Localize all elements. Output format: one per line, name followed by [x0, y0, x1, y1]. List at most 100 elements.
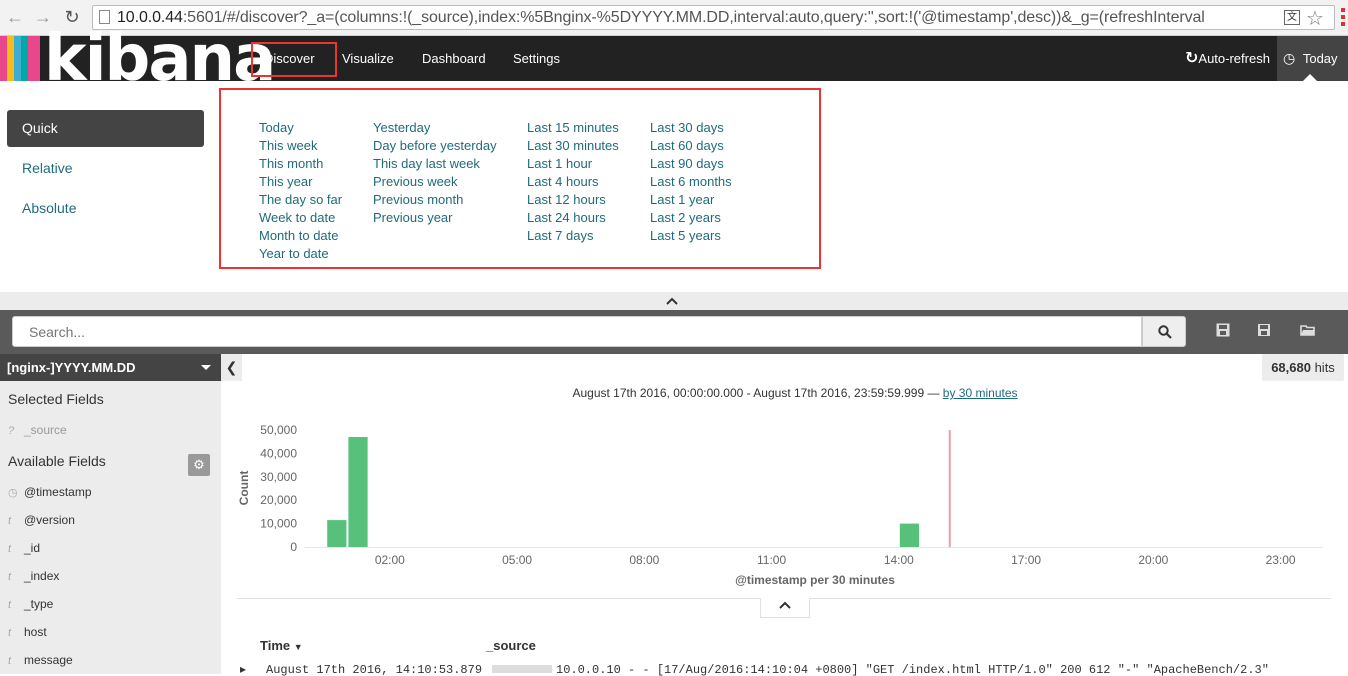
quick-column-1: Today This week This month This year The… — [259, 119, 342, 263]
x-tick-label: 11:00 — [757, 553, 786, 567]
string-type-icon: t — [8, 515, 12, 527]
x-tick-label: 14:00 — [884, 553, 914, 567]
quick-week-to-date[interactable]: Week to date — [259, 209, 342, 227]
x-tick-label: 05:00 — [502, 553, 532, 567]
quick-day-so-far[interactable]: The day so far — [259, 191, 342, 209]
open-folder-icon[interactable] — [1300, 322, 1316, 338]
collapse-sidebar-button[interactable]: ❮ — [221, 354, 242, 381]
x-tick-label: 08:00 — [629, 553, 659, 567]
chevron-up-icon — [779, 601, 791, 609]
index-pattern-selector[interactable]: [nginx-]YYYY.MM.DD — [0, 354, 221, 381]
field-item[interactable]: t host — [8, 624, 47, 640]
search-input[interactable] — [12, 316, 1142, 347]
clock-icon: ◷ — [1283, 50, 1296, 66]
translate-icon[interactable]: 文 — [1284, 10, 1300, 25]
quick-last-2-years[interactable]: Last 2 years — [650, 209, 732, 227]
quick-last-15-minutes[interactable]: Last 15 minutes — [527, 119, 619, 137]
quick-last-30-days[interactable]: Last 30 days — [650, 119, 732, 137]
y-axis-label: Count — [237, 471, 251, 506]
address-bar[interactable]: 10.0.0.44:5601/#/discover?_a=(columns:!(… — [92, 5, 1335, 30]
url-text: 10.0.0.44:5601/#/discover?_a=(columns:!(… — [117, 9, 1205, 26]
kibana-logo[interactable]: kibana — [0, 22, 276, 96]
kibana-navbar: kibana Discover Visualize Dashboard Sett… — [0, 22, 1348, 96]
chevron-left-icon: ❮ — [225, 359, 238, 375]
search-icon — [1158, 325, 1172, 339]
tab-absolute[interactable]: Absolute — [7, 190, 204, 227]
histogram-chart: 02:00 05:00 08:00 11:00 14:00 17:00 20:00 23:00… — [237, 423, 1323, 587]
picker-collapse-bar[interactable] — [0, 292, 1348, 310]
caret-down-icon — [201, 365, 211, 370]
histogram-bar[interactable] — [348, 437, 368, 547]
quick-last-30-minutes[interactable]: Last 30 minutes — [527, 137, 619, 155]
x-tick-label: 23:00 — [1266, 553, 1296, 567]
field-item[interactable]: t _id — [8, 540, 40, 556]
quick-last-90-days[interactable]: Last 90 days — [650, 155, 732, 173]
quick-today[interactable]: Today — [259, 119, 342, 137]
string-type-icon: t — [8, 627, 12, 639]
field-settings-gear-icon[interactable]: ⚙ — [188, 454, 210, 476]
field-item[interactable]: ◷ @timestamp — [8, 484, 92, 500]
field-item[interactable]: t _index — [8, 568, 59, 584]
quick-this-month[interactable]: This month — [259, 155, 342, 173]
sort-desc-icon: ▼ — [293, 642, 303, 652]
chart-collapse-button[interactable] — [760, 598, 810, 618]
string-type-icon: t — [8, 599, 12, 611]
field-item[interactable]: t _type — [8, 596, 53, 612]
histogram-bar[interactable] — [899, 523, 920, 547]
string-type-icon: t — [8, 543, 12, 555]
interval-link[interactable]: by 30 minutes — [943, 386, 1018, 400]
nav-dashboard[interactable]: Dashboard — [422, 36, 486, 81]
field-item[interactable]: ? _source — [8, 422, 67, 438]
tab-relative[interactable]: Relative — [7, 150, 204, 187]
quick-column-4: Last 30 days Last 60 days Last 90 days L… — [650, 119, 732, 245]
string-type-icon: t — [8, 571, 12, 583]
quick-year-to-date[interactable]: Year to date — [259, 245, 342, 263]
quick-this-day-last-week[interactable]: This day last week — [373, 155, 497, 173]
nav-visualize[interactable]: Visualize — [342, 36, 394, 81]
quick-last-6-months[interactable]: Last 6 months — [650, 173, 732, 191]
time-range-text: August 17th 2016, 00:00:00.000 - August … — [572, 386, 1018, 400]
quick-last-1-hour[interactable]: Last 1 hour — [527, 155, 619, 173]
y-tick-label: 20,000 — [260, 493, 297, 507]
quick-this-week[interactable]: This week — [259, 137, 342, 155]
quick-this-year[interactable]: This year — [259, 173, 342, 191]
tab-quick[interactable]: Quick — [7, 110, 204, 147]
bookmark-star-icon[interactable]: ☆ — [1306, 6, 1324, 29]
quick-last-7-days[interactable]: Last 7 days — [527, 227, 619, 245]
quick-last-24-hours[interactable]: Last 24 hours — [527, 209, 619, 227]
quick-last-4-hours[interactable]: Last 4 hours — [527, 173, 619, 191]
y-tick-label: 0 — [290, 540, 297, 554]
dropdown-caret — [1303, 74, 1317, 81]
field-item[interactable]: t message — [8, 652, 73, 668]
quick-previous-year[interactable]: Previous year — [373, 209, 497, 227]
quick-previous-month[interactable]: Previous month — [373, 191, 497, 209]
quick-month-to-date[interactable]: Month to date — [259, 227, 342, 245]
quick-last-12-hours[interactable]: Last 12 hours — [527, 191, 619, 209]
column-header-time[interactable]: Time ▼ — [260, 638, 303, 653]
y-tick-label: 10,000 — [260, 517, 297, 531]
y-tick-label: 40,000 — [260, 446, 297, 460]
back-icon[interactable]: ← — [4, 6, 26, 28]
chevron-up-icon — [666, 297, 678, 305]
selected-fields-heading: Selected Fields — [8, 391, 104, 407]
x-tick-label: 20:00 — [1138, 553, 1168, 567]
y-tick-label: 50,000 — [260, 423, 297, 437]
column-header-source[interactable]: _source — [486, 638, 536, 653]
refresh-icon: ↻ — [1185, 50, 1199, 67]
new-search-icon[interactable] — [1215, 322, 1231, 338]
quick-last-60-days[interactable]: Last 60 days — [650, 137, 732, 155]
nav-settings[interactable]: Settings — [513, 36, 560, 81]
quick-previous-week[interactable]: Previous week — [373, 173, 497, 191]
field-item[interactable]: t @version — [8, 512, 75, 528]
x-tick-label: 02:00 — [375, 553, 405, 567]
quick-last-1-year[interactable]: Last 1 year — [650, 191, 732, 209]
save-search-icon[interactable] — [1256, 322, 1272, 338]
quick-last-5-years[interactable]: Last 5 years — [650, 227, 732, 245]
quick-day-before-yesterday[interactable]: Day before yesterday — [373, 137, 497, 155]
field-sidebar: [nginx-]YYYY.MM.DD Selected Fields ? _sou… — [0, 354, 221, 674]
search-button[interactable] — [1142, 316, 1186, 347]
quick-yesterday[interactable]: Yesterday — [373, 119, 497, 137]
browser-menu-icon[interactable] — [1341, 8, 1345, 26]
histogram-bar[interactable] — [327, 520, 347, 547]
auto-refresh-button[interactable]: ↻Auto-refresh — [1185, 36, 1270, 81]
